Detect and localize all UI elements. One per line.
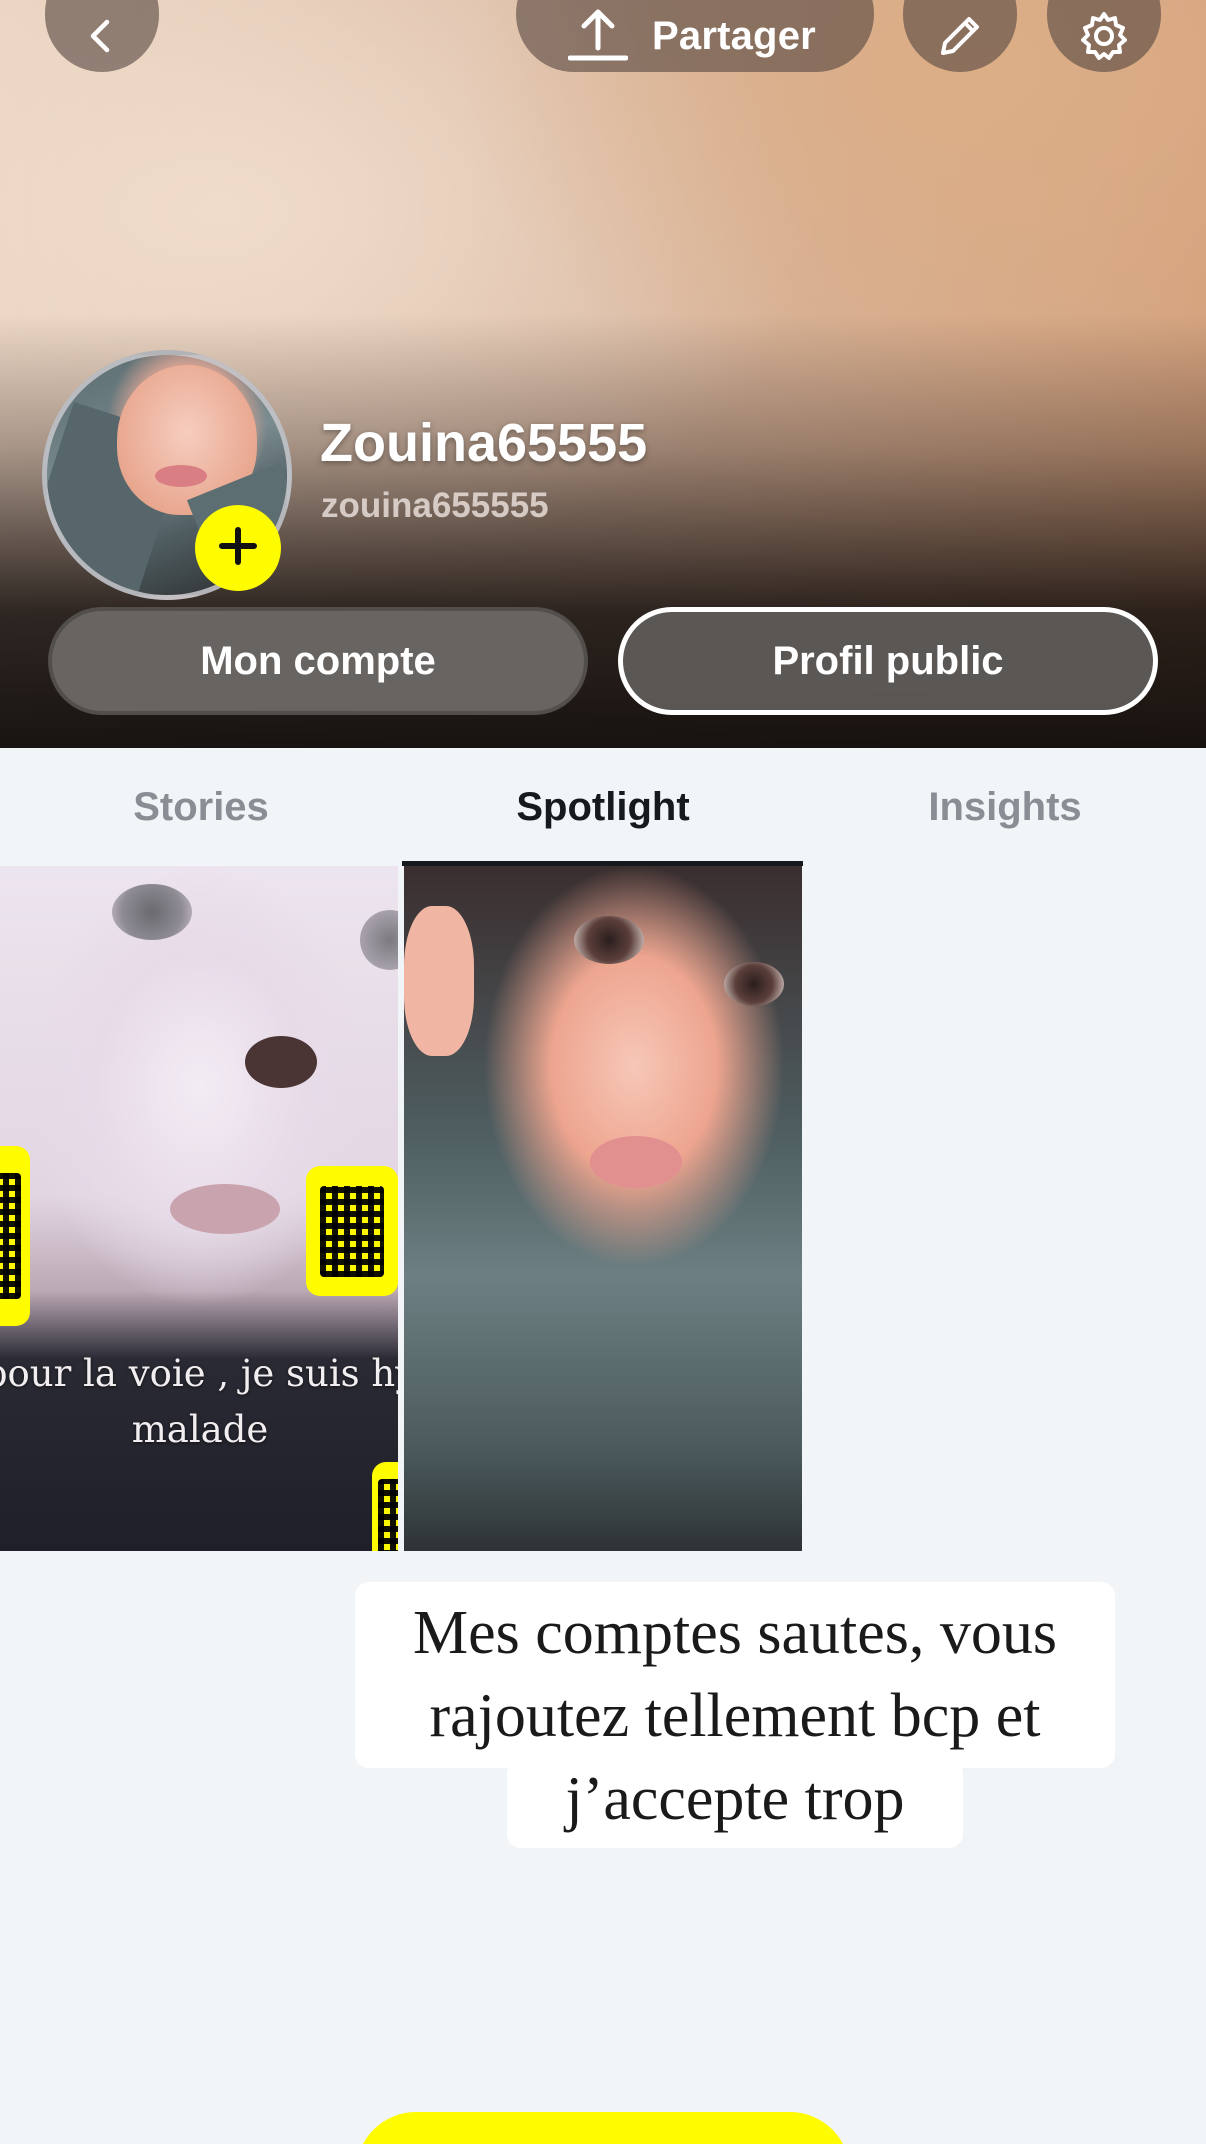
bottom-yellow-button[interactable] <box>356 2112 850 2144</box>
tile-lips <box>170 1184 280 1234</box>
settings-button[interactable] <box>1047 0 1161 72</box>
snapcode-icon <box>372 1462 398 1551</box>
edit-icon <box>935 11 985 61</box>
settings-icon <box>1077 9 1131 63</box>
tile-eye <box>724 962 784 1006</box>
public-profile-button[interactable]: Profil public <box>618 607 1158 715</box>
profile-header: Partager Zouina65555 zouina655555 Mon co… <box>0 0 1206 748</box>
username: zouina655555 <box>321 486 549 525</box>
share-icon: Partager <box>568 8 816 64</box>
profile-tabs: Stories Spotlight Insights <box>0 748 1206 866</box>
my-account-button[interactable]: Mon compte <box>48 607 588 715</box>
snapcode-icon <box>0 1146 30 1326</box>
add-story-button[interactable] <box>195 505 281 591</box>
story-caption: Mes comptes sautes, vous rajoutez tellem… <box>412 1599 1058 1833</box>
back-button[interactable] <box>45 0 159 72</box>
tile-eye <box>574 916 644 964</box>
snapcode-icon <box>306 1166 398 1296</box>
tab-spotlight[interactable]: Spotlight <box>402 748 804 866</box>
share-label: Partager <box>652 13 816 58</box>
avatar-lips <box>155 465 207 487</box>
tile-nose-filter <box>245 1036 317 1088</box>
share-button[interactable]: Partager <box>516 0 874 72</box>
spotlight-tile[interactable]: pour la voie , je suis hy malade <box>0 866 398 1551</box>
tile-lips <box>590 1136 682 1188</box>
tile-hand <box>404 906 474 1056</box>
tile-eye <box>360 910 398 970</box>
spotlight-tile[interactable] <box>404 866 802 1551</box>
add-icon <box>216 524 260 573</box>
tab-insights[interactable]: Insights <box>804 748 1206 866</box>
tile-eye <box>112 884 192 940</box>
tile-caption: pour la voie , je suis hy malade <box>0 1352 398 1451</box>
display-name: Zouina65555 <box>320 413 648 473</box>
back-icon <box>82 16 122 56</box>
tab-stories[interactable]: Stories <box>0 748 402 866</box>
edit-button[interactable] <box>903 0 1017 72</box>
